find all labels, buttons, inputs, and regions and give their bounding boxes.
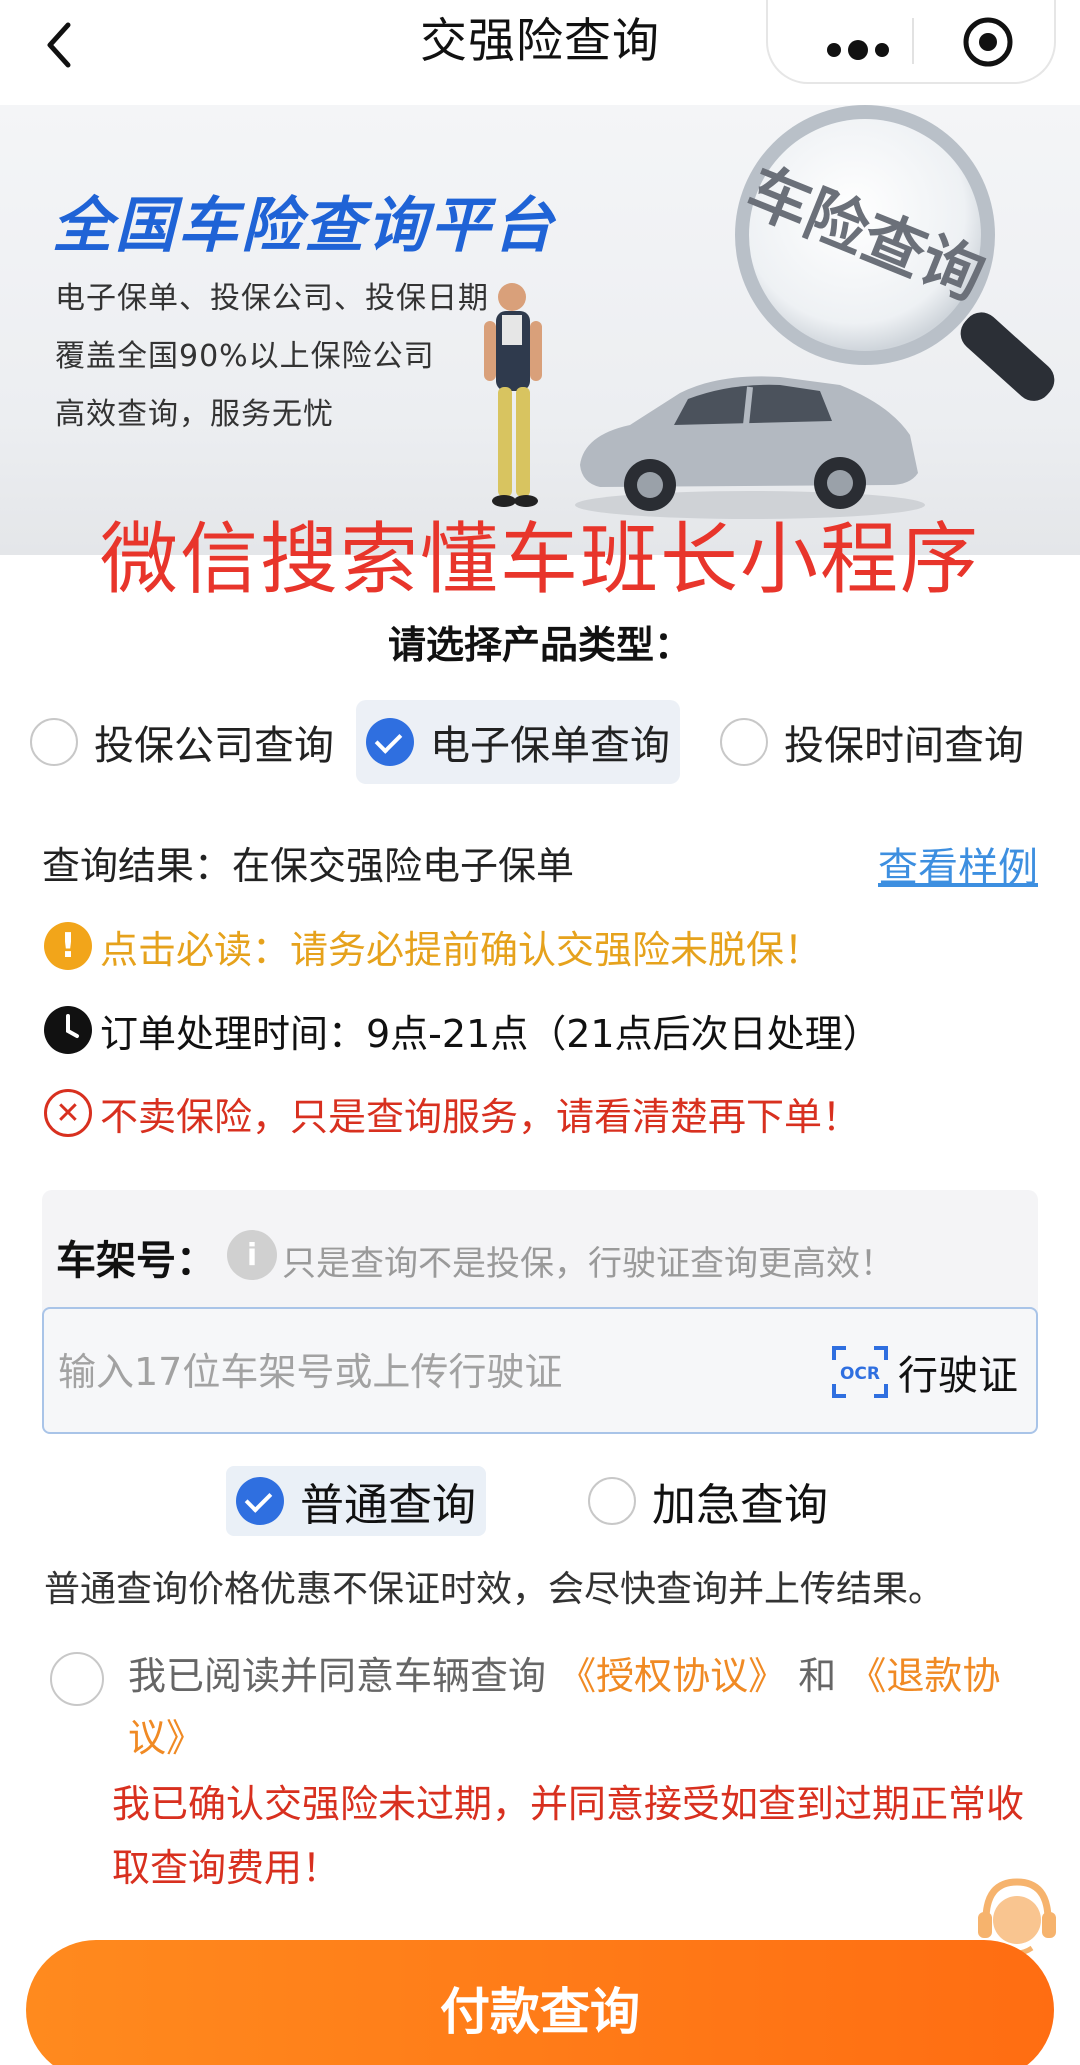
authorization-agreement-link[interactable]: 《授权协议》 xyxy=(558,1654,786,1698)
query-type-label: 普通查询 xyxy=(300,1480,476,1531)
vin-label: 车架号： xyxy=(56,1238,216,1284)
more-icon[interactable] xyxy=(808,10,908,74)
query-result-text: 查询结果：在保交强险电子保单 xyxy=(42,844,575,888)
notice-must-read[interactable]: ! 点击必读：请务必提前确认交强险未脱保！ xyxy=(44,918,822,974)
vin-hint: 只是查询不是投保，行驶证查询更高效！ xyxy=(282,1244,894,1284)
nav-header: 交强险查询 xyxy=(0,0,1080,105)
agreement-checkbox[interactable] xyxy=(50,1652,104,1706)
radio-checked-icon xyxy=(366,718,414,766)
product-option-epolicy[interactable]: 电子保单查询 xyxy=(356,700,680,784)
radio-unchecked-icon xyxy=(588,1477,636,1525)
notice-text: 不卖保险，只是查询服务，请看清楚再下单！ xyxy=(100,1094,861,1139)
vin-card: 车架号： i 只是查询不是投保，行驶证查询更高效！ OCR 行驶证 xyxy=(42,1190,1038,1434)
option-label: 电子保单查询 xyxy=(430,723,670,769)
product-type-heading: 请选择产品类型： xyxy=(387,623,692,667)
pay-query-button[interactable]: 付款查询 xyxy=(26,1940,1054,2065)
radio-unchecked-icon xyxy=(30,718,78,766)
expiry-confirm-text: 我已确认交强险未过期，并同意接受如查到过期正常收取查询费用！ xyxy=(112,1782,1025,1890)
ocr-icon-text: OCR xyxy=(840,1364,880,1384)
banner-line: 高效查询，服务无忧 xyxy=(55,397,334,432)
mini-program-capsule xyxy=(766,0,1056,84)
notice-text: 点击必读：请务必提前确认交强险未脱保！ xyxy=(100,927,823,972)
close-mini-program-icon[interactable] xyxy=(958,12,1018,72)
vin-input[interactable] xyxy=(58,1339,818,1405)
radio-checked-icon xyxy=(236,1477,284,1525)
banner-line: 覆盖全国90%以上保险公司 xyxy=(55,339,435,374)
capsule-divider xyxy=(912,18,914,64)
notice-not-insurance: ✕ 不卖保险，只是查询服务，请看清楚再下单！ xyxy=(44,1085,860,1141)
car-illustration xyxy=(575,376,925,519)
ocr-label: 行驶证 xyxy=(898,1353,1018,1399)
ocr-license-button[interactable]: OCR 行驶证 xyxy=(830,1339,1018,1405)
query-type-normal[interactable]: 普通查询 xyxy=(226,1466,486,1536)
query-type-urgent[interactable]: 加急查询 xyxy=(588,1466,828,1536)
promo-text: 微信搜索懂车班长小程序 xyxy=(99,515,980,605)
option-label: 投保公司查询 xyxy=(94,723,334,769)
close-circle-icon: ✕ xyxy=(44,1089,92,1137)
vin-input-box: OCR 行驶证 xyxy=(42,1307,1038,1434)
promo-banner[interactable]: 全国车险查询平台 电子保单、投保公司、投保日期 覆盖全国90%以上保险公司 高效… xyxy=(0,105,1080,555)
option-label: 投保时间查询 xyxy=(784,723,1024,769)
ocr-scan-icon: OCR xyxy=(832,1346,888,1398)
view-sample-link[interactable]: 查看样例 xyxy=(878,835,1038,893)
query-type-description: 普通查询价格优惠不保证时效，会尽快查询并上传结果。 xyxy=(44,1569,945,1610)
agreement-text: 我已阅读并同意车辆查询 《授权协议》 和 《退款协议》 xyxy=(128,1645,1028,1769)
agreement-and: 和 xyxy=(798,1654,837,1698)
exclamation-icon: ! xyxy=(44,922,92,970)
radio-unchecked-icon xyxy=(720,718,768,766)
info-icon[interactable]: i xyxy=(227,1230,277,1280)
banner-title: 全国车险查询平台 xyxy=(52,191,556,261)
clock-icon xyxy=(44,1006,92,1054)
agreement-prefix: 我已阅读并同意车辆查询 xyxy=(128,1654,547,1698)
notice-text: 订单处理时间：9点-21点（21点后次日处理） xyxy=(100,1011,881,1056)
notice-processing-time: 订单处理时间：9点-21点（21点后次日处理） xyxy=(44,1002,881,1058)
product-option-time[interactable]: 投保时间查询 xyxy=(720,700,1024,784)
banner-line: 电子保单、投保公司、投保日期 xyxy=(55,281,489,316)
product-option-company[interactable]: 投保公司查询 xyxy=(30,700,334,784)
query-type-label: 加急查询 xyxy=(652,1480,828,1531)
